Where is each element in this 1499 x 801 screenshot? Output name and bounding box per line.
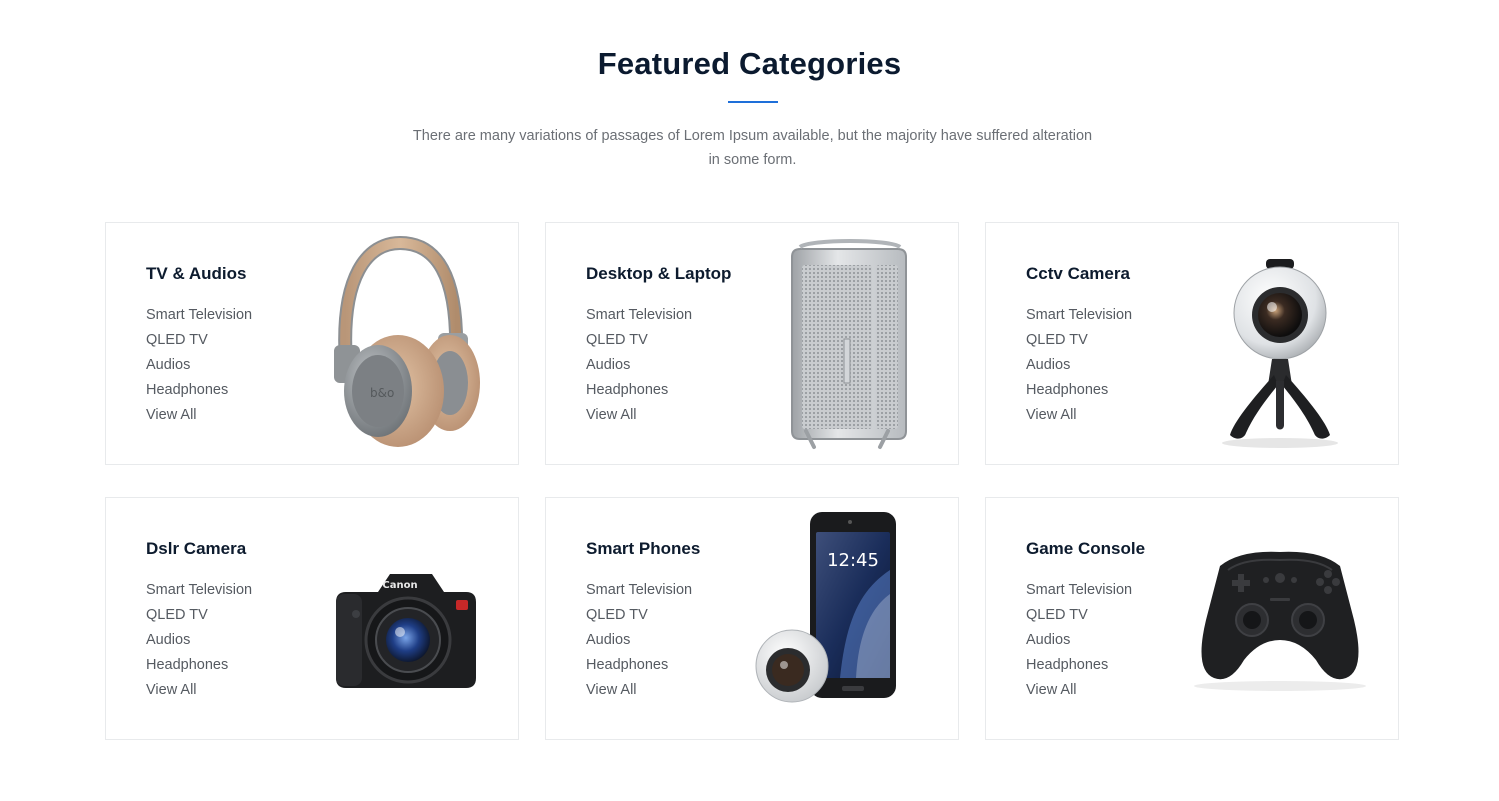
category-title[interactable]: TV & Audios (146, 264, 246, 284)
category-link[interactable]: Audios (1026, 355, 1132, 380)
category-link[interactable]: QLED TV (146, 605, 252, 630)
category-link[interactable]: Smart Television (146, 580, 252, 605)
category-card-smart-phones[interactable]: Smart Phones Smart Television QLED TV Au… (545, 497, 959, 740)
gamepad-image[interactable] (1180, 510, 1380, 728)
desktop-tower-icon (791, 239, 907, 449)
smartphone-image[interactable]: 12:45 (740, 510, 940, 728)
svg-text:Canon: Canon (382, 580, 417, 591)
view-all-link[interactable]: View All (586, 680, 692, 705)
svg-text:b&o: b&o (370, 386, 394, 400)
category-title[interactable]: Game Console (1026, 539, 1145, 559)
category-card-desktop-laptop[interactable]: Desktop & Laptop Smart Television QLED T… (545, 222, 959, 465)
category-link[interactable]: Smart Television (1026, 580, 1132, 605)
category-link[interactable]: Headphones (146, 380, 252, 405)
category-links: Smart Television QLED TV Audios Headphon… (586, 305, 692, 430)
view-all-link[interactable]: View All (146, 680, 252, 705)
category-link[interactable]: QLED TV (1026, 605, 1132, 630)
headphones-image[interactable]: b&o (300, 235, 500, 453)
category-link[interactable]: Headphones (146, 655, 252, 680)
title-underline (728, 101, 778, 103)
view-all-link[interactable]: View All (586, 405, 692, 430)
category-links: Smart Television QLED TV Audios Headphon… (1026, 305, 1132, 430)
category-link[interactable]: Audios (1026, 630, 1132, 655)
view-all-link[interactable]: View All (1026, 680, 1132, 705)
category-title[interactable]: Dslr Camera (146, 539, 246, 559)
category-link[interactable]: Headphones (1026, 655, 1132, 680)
category-link[interactable]: QLED TV (1026, 330, 1132, 355)
category-card-dslr-camera[interactable]: Dslr Camera Smart Television QLED TV Aud… (105, 497, 519, 740)
headphones-icon: b&o (334, 235, 480, 447)
phone-clock: 12:45 (827, 550, 879, 571)
category-link[interactable]: QLED TV (586, 330, 692, 355)
category-card-game-console[interactable]: Game Console Smart Television QLED TV Au… (985, 497, 1399, 740)
dslr-camera-icon: Canon (336, 574, 476, 688)
category-links: Smart Television QLED TV Audios Headphon… (146, 580, 252, 705)
category-card-tv-audios[interactable]: TV & Audios Smart Television QLED TV Aud… (105, 222, 519, 465)
gamepad-icon (1194, 551, 1366, 691)
desktop-tower-image[interactable] (740, 235, 940, 453)
subtitle-line-1: There are many variations of passages of… (412, 128, 1093, 144)
category-link[interactable]: Headphones (586, 380, 692, 405)
category-links: Smart Television QLED TV Audios Headphon… (146, 305, 252, 430)
dslr-camera-image[interactable]: Canon (300, 510, 500, 728)
category-link[interactable]: Audios (146, 630, 252, 655)
category-link[interactable]: Headphones (586, 655, 692, 680)
category-links: Smart Television QLED TV Audios Headphon… (586, 580, 692, 705)
360-camera-icon (1222, 259, 1338, 448)
360-camera-image[interactable] (1180, 235, 1380, 453)
category-link[interactable]: Audios (586, 630, 692, 655)
category-link[interactable]: Audios (146, 355, 252, 380)
smartphone-icon: 12:45 (755, 512, 896, 703)
section-subtitle: There are many variations of passages of… (400, 124, 1105, 172)
category-link[interactable]: Smart Television (586, 580, 692, 605)
category-link[interactable]: Headphones (1026, 380, 1132, 405)
category-title[interactable]: Smart Phones (586, 539, 700, 559)
view-all-link[interactable]: View All (146, 405, 252, 430)
category-link[interactable]: QLED TV (146, 330, 252, 355)
category-card-cctv-camera[interactable]: Cctv Camera Smart Television QLED TV Aud… (985, 222, 1399, 465)
category-link[interactable]: Smart Television (586, 305, 692, 330)
category-link[interactable]: Smart Television (1026, 305, 1132, 330)
subtitle-line-2: in some form. (708, 152, 797, 168)
category-title[interactable]: Desktop & Laptop (586, 264, 731, 284)
category-link[interactable]: Smart Television (146, 305, 252, 330)
category-title[interactable]: Cctv Camera (1026, 264, 1130, 284)
category-link[interactable]: QLED TV (586, 605, 692, 630)
category-link[interactable]: Audios (586, 355, 692, 380)
view-all-link[interactable]: View All (1026, 405, 1132, 430)
section-title: Featured Categories (597, 46, 902, 81)
category-links: Smart Television QLED TV Audios Headphon… (1026, 580, 1132, 705)
